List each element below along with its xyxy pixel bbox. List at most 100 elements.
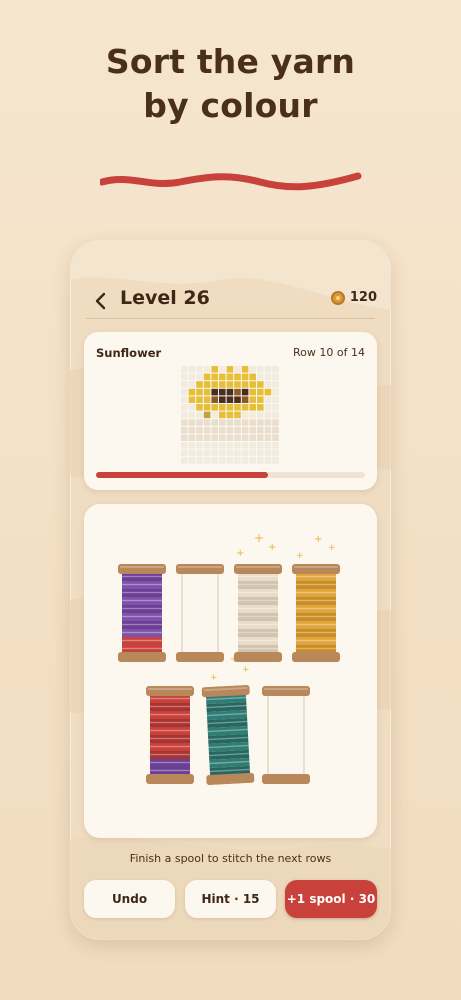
spool-core [267,693,305,777]
undo-button[interactable]: Undo [84,880,175,918]
pattern-pixel [272,404,279,411]
pattern-pixel [219,404,226,411]
spool-bottom-cap [146,774,194,784]
pattern-pixel [211,426,218,434]
yarn-highlight [296,607,336,610]
spool-gold[interactable] [292,564,340,662]
yarn-highlight [122,647,162,650]
spool-top-cap [234,564,282,574]
spool-red[interactable] [146,686,194,784]
pattern-pixel [241,442,249,449]
yarn-highlight [150,729,190,732]
yarn-highlight [150,737,190,740]
pattern-pixel [211,449,218,457]
add-spool-button[interactable]: +1 spool · 30 [285,880,377,918]
pattern-pixel [203,373,211,381]
pattern-pixel [181,457,188,464]
pattern-pixel [272,373,279,381]
yarn-highlight [296,631,336,634]
pattern-pixel [211,381,218,388]
pattern-pixel [249,411,256,419]
pattern-pixel [181,442,188,449]
pattern-pixel [249,396,256,403]
pattern-pixel [219,434,226,441]
spool-top-cap [118,564,166,574]
hint-button[interactable]: Hint · 15 [185,880,276,918]
spool-purple[interactable] [118,564,166,662]
spool-teal[interactable] [201,684,255,786]
spool-bottom-cap [118,652,166,662]
pattern-pixel [257,449,264,457]
pattern-pixel [272,434,279,441]
yarn-highlight [296,623,336,626]
pattern-pixel [211,442,218,449]
pattern-pixel [264,396,272,403]
pattern-pixel [272,366,279,373]
pattern-pixel [188,366,196,373]
pattern-pixel [264,404,272,411]
chevron-left-icon[interactable] [92,290,110,312]
spool-top-cap [146,686,194,696]
yarn-highlight [238,591,278,594]
pattern-pixel [181,426,188,434]
yarn-highlight [150,721,190,724]
pattern-pixel [203,442,211,449]
pattern-pixel [234,426,241,434]
pattern-pixel [203,366,211,373]
pattern-pixel [241,449,249,457]
spool-cream[interactable] [234,564,282,662]
pattern-pixel [257,434,264,441]
pattern-pixel [226,426,234,434]
spool-bottom-cap [176,652,224,662]
pattern-pixel [234,457,241,464]
pattern-pixel [219,411,226,419]
yarn-highlight [296,591,336,594]
cap-shine [236,566,280,568]
pattern-pixel [219,396,226,403]
yarn-highlight [238,607,278,610]
pattern-pixel [272,457,279,464]
yarn-highlight [150,745,190,748]
coin-icon [330,290,345,305]
yarn-highlight [122,575,162,578]
pattern-pixel [196,449,203,457]
yarn-highlight [238,623,278,626]
phone-frame: Level 26 120 Sunflower Row 10 of 14 + + … [70,240,391,940]
pattern-pixel [211,396,218,403]
pattern-pixel [219,442,226,449]
pattern-pixel [272,381,279,388]
pattern-pixel [241,373,249,381]
yarn-highlight [296,647,336,650]
header-divider [86,318,375,319]
pattern-pixel [249,426,256,434]
spool-bottom-cap [234,652,282,662]
pattern-pixel [188,457,196,464]
pattern-pixel [264,426,272,434]
spool-top-cap [262,686,310,696]
pattern-pixel [264,411,272,419]
pattern-pixel [241,381,249,388]
pattern-pixel [196,419,203,426]
pattern-pixel [264,381,272,388]
spool-empty[interactable] [176,564,224,662]
yarn-highlight [150,769,190,772]
pattern-pixel [188,426,196,434]
pattern-pixel [264,419,272,426]
pattern-pixel [188,449,196,457]
pattern-pixel [196,381,203,388]
pattern-pixel [219,388,226,396]
cap-shine [264,688,308,690]
yarn-highlight [296,615,336,618]
spool-empty[interactable] [262,686,310,784]
pattern-pixel [226,404,234,411]
pattern-pixel [272,442,279,449]
pattern-pixel [226,388,234,396]
pattern-pixel [264,434,272,441]
yarn-highlight [122,599,162,602]
pattern-pixel [257,404,264,411]
pattern-progress-bar [96,472,365,478]
pattern-pixel [181,396,188,403]
board-instruction: Finish a spool to stitch the next rows [129,852,332,865]
pattern-pixel [211,404,218,411]
coin-balance: 120 [330,290,377,305]
